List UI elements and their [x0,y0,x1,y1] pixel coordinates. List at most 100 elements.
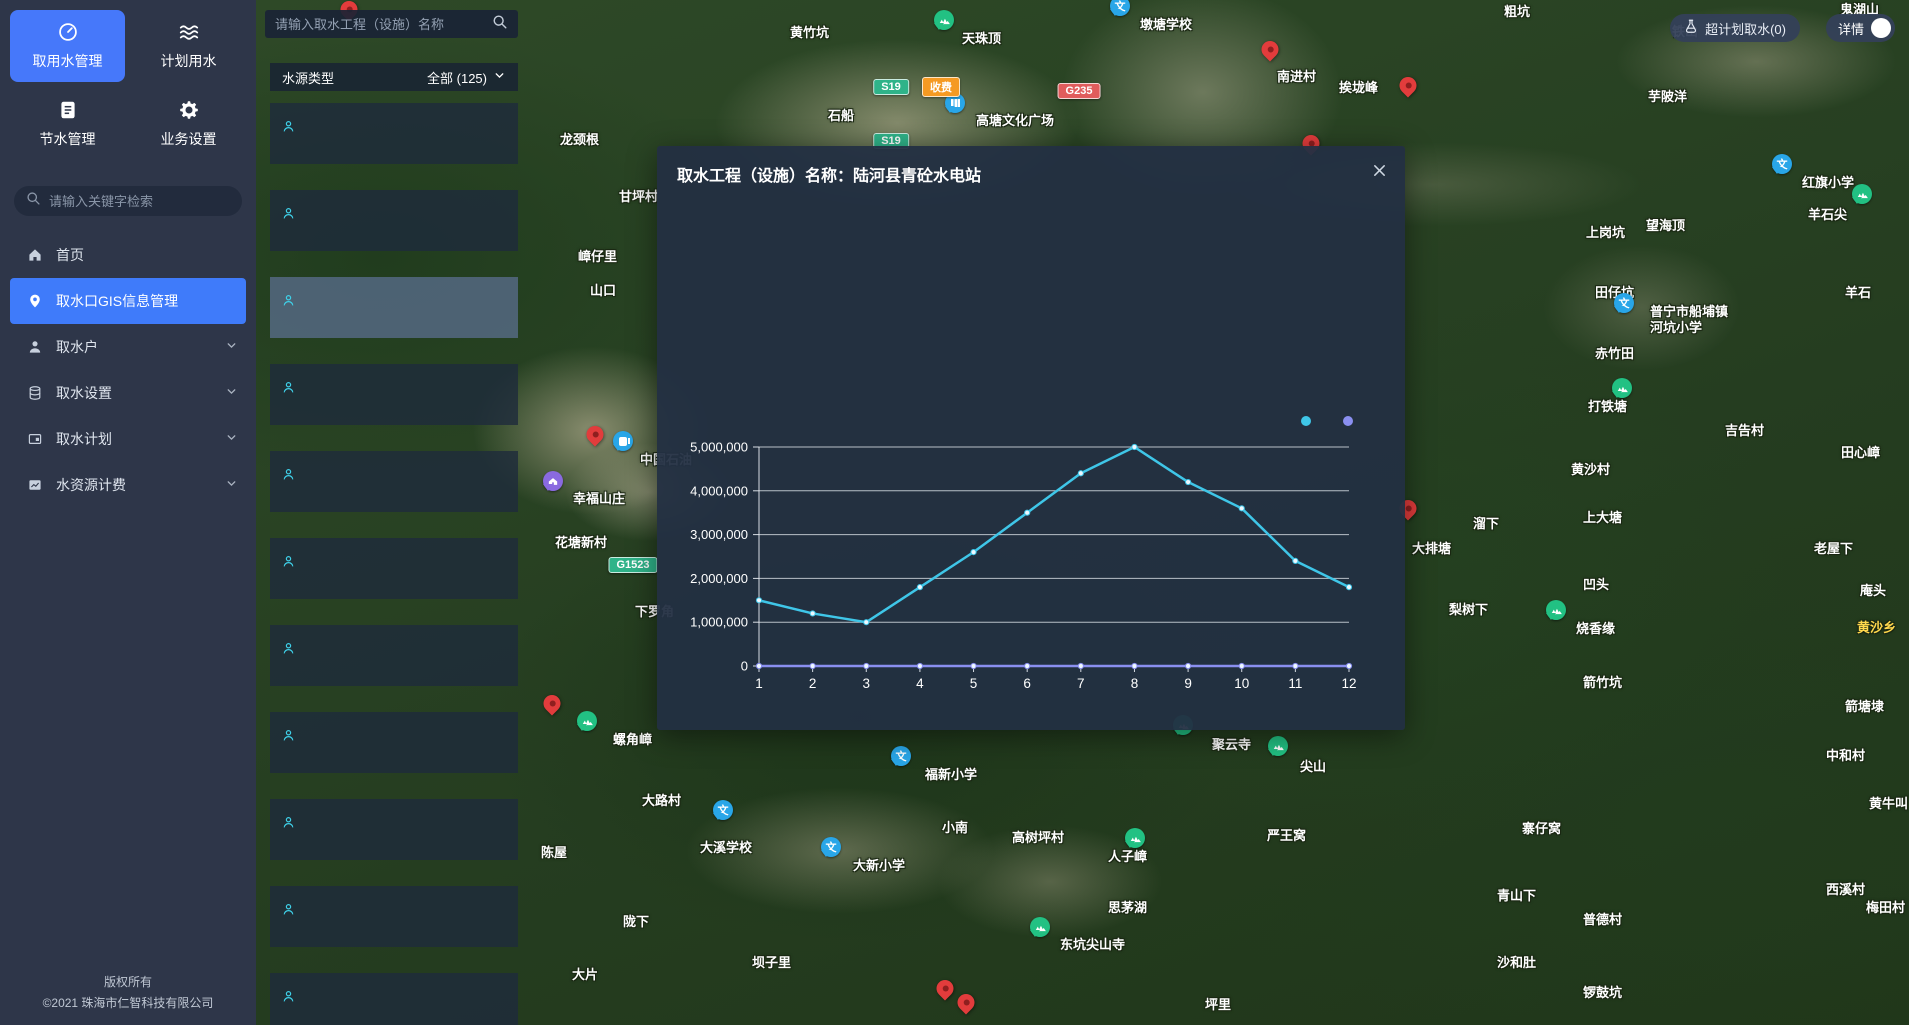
map-place-label: 凹头 [1583,577,1609,593]
legend-item[interactable] [1301,416,1317,426]
sidebar-search[interactable] [14,186,242,216]
tile-planned-water-use[interactable]: 计划用水 [131,10,246,82]
map-place-label: 思茅湖 [1108,900,1147,916]
station-search-input[interactable] [275,17,484,32]
map-place-label: 梨树下 [1449,602,1488,618]
map-place-label: 嶂仔里 [578,249,617,265]
filter-count-dropdown[interactable]: 全部 (125) [427,68,506,87]
filter-count: 全部 (125) [427,68,487,87]
scenic-pin-icon[interactable] [1612,378,1632,416]
red-marker-pin-icon[interactable] [587,426,604,443]
list-item[interactable] [270,625,518,686]
monitor-link[interactable] [282,294,300,310]
school-pin-icon[interactable]: 文 [821,837,841,875]
station-search[interactable] [265,10,518,38]
list-item[interactable] [270,799,518,860]
culture-plaza-pin-icon[interactable] [945,93,965,131]
scenic-pin-icon[interactable] [934,10,954,48]
scenic-pin-icon[interactable] [1546,600,1566,638]
card-icon [26,431,44,447]
detail-toggle[interactable]: 详情 [1826,14,1895,42]
sidebar-menu: 首页 取水口GIS信息管理 取水户 取水设置 [0,232,256,508]
school-pin-icon[interactable]: 文 [1614,293,1634,331]
red-marker-pin-icon[interactable] [958,994,975,1011]
list-item[interactable] [270,538,518,599]
sidebar-item-intake-plan[interactable]: 取水计划 [0,416,256,462]
sidebar-item-water-billing[interactable]: 水资源计费 [0,462,256,508]
close-icon[interactable] [1369,160,1389,180]
map-place-label: 大排塘 [1412,541,1451,557]
road-badge: G1523 [608,557,657,573]
list-item[interactable] [270,103,518,164]
monitor-link[interactable] [282,903,300,919]
map-place-label: 寨仔窝 [1522,821,1561,837]
map-place-label: 梅田村 [1866,900,1905,916]
map-place-label: 南进村 [1277,69,1316,85]
detail-label: 详情 [1838,19,1864,38]
school-pin-icon[interactable]: 文 [891,746,911,784]
search-icon[interactable] [492,14,508,35]
monitor-link[interactable] [282,642,300,658]
chart-legend [1301,416,1359,426]
map-place-label: 陇下 [623,914,649,930]
list-item[interactable] [270,973,518,1025]
scenic-pin-icon[interactable] [1268,736,1288,774]
list-item[interactable] [270,190,518,251]
toggle-knob-icon[interactable] [1871,18,1891,38]
tile-label: 取用水管理 [33,51,103,71]
school-pin-icon[interactable]: 文 [1110,0,1130,34]
monitor-link[interactable] [282,729,300,745]
red-marker-pin-icon[interactable] [544,695,561,712]
scenic-pin-icon[interactable] [1852,184,1872,222]
sidebar-item-intake-settings[interactable]: 取水设置 [0,370,256,416]
list-item[interactable] [270,364,518,425]
resort-pin-icon[interactable] [543,471,563,509]
sidebar-search-input[interactable] [49,194,230,209]
monitor-link[interactable] [282,816,300,832]
gas-station-pin-icon[interactable] [613,431,633,469]
scenic-pin-icon[interactable] [1125,828,1145,866]
monitor-link[interactable] [282,555,300,571]
list-item[interactable] [270,886,518,947]
red-marker-pin-icon[interactable] [1262,41,1279,58]
scenic-pin-icon[interactable] [577,711,597,749]
map-place-label: 望海顶 [1646,218,1685,234]
map-place-label: 田心嶂 [1841,445,1880,461]
map-place-label: 烧香缘 [1576,621,1615,637]
map-place-label: 石船 [828,108,854,124]
monitor-link[interactable] [282,120,300,136]
map-place-label: 墩塘学校 [1140,17,1192,33]
map-place-label: 吉告村 [1725,423,1764,439]
list-item[interactable] [270,277,518,338]
monitor-link[interactable] [282,990,300,1006]
chevron-down-icon [225,477,238,493]
scenic-pin-icon[interactable] [1030,917,1050,955]
copyright: 版权所有 ©2021 珠海市仁智科技有限公司 [0,972,256,1015]
tile-label: 计划用水 [161,51,217,71]
tile-business-settings[interactable]: 业务设置 [131,88,246,160]
monitor-link[interactable] [282,468,300,484]
sidebar-item-gis-management[interactable]: 取水口GIS信息管理 [10,278,246,324]
tile-water-intake-management[interactable]: 取用水管理 [10,10,125,82]
map-place-label: 羊石尖 [1808,207,1847,223]
person-icon [282,903,295,919]
svg-text:5: 5 [970,676,978,691]
tile-water-saving-management[interactable]: 节水管理 [10,88,125,160]
sidebar-item-home[interactable]: 首页 [0,232,256,278]
station-list [270,103,518,1025]
person-icon [282,207,295,223]
sidebar-item-water-users[interactable]: 取水户 [0,324,256,370]
red-marker-pin-icon[interactable] [1400,77,1417,94]
over-plan-intake-button[interactable]: 超计划取水(0) [1670,14,1800,42]
list-item[interactable] [270,451,518,512]
svg-text:4,000,000: 4,000,000 [690,483,748,498]
map-place-label: 黄牛叫 [1869,796,1908,812]
school-pin-icon[interactable]: 文 [713,800,733,838]
monitor-link[interactable] [282,207,300,223]
monitor-link[interactable] [282,381,300,397]
school-pin-icon[interactable]: 文 [1772,154,1792,192]
red-marker-pin-icon[interactable] [937,980,954,997]
svg-text:8: 8 [1131,676,1139,691]
legend-item[interactable] [1343,416,1359,426]
list-item[interactable] [270,712,518,773]
